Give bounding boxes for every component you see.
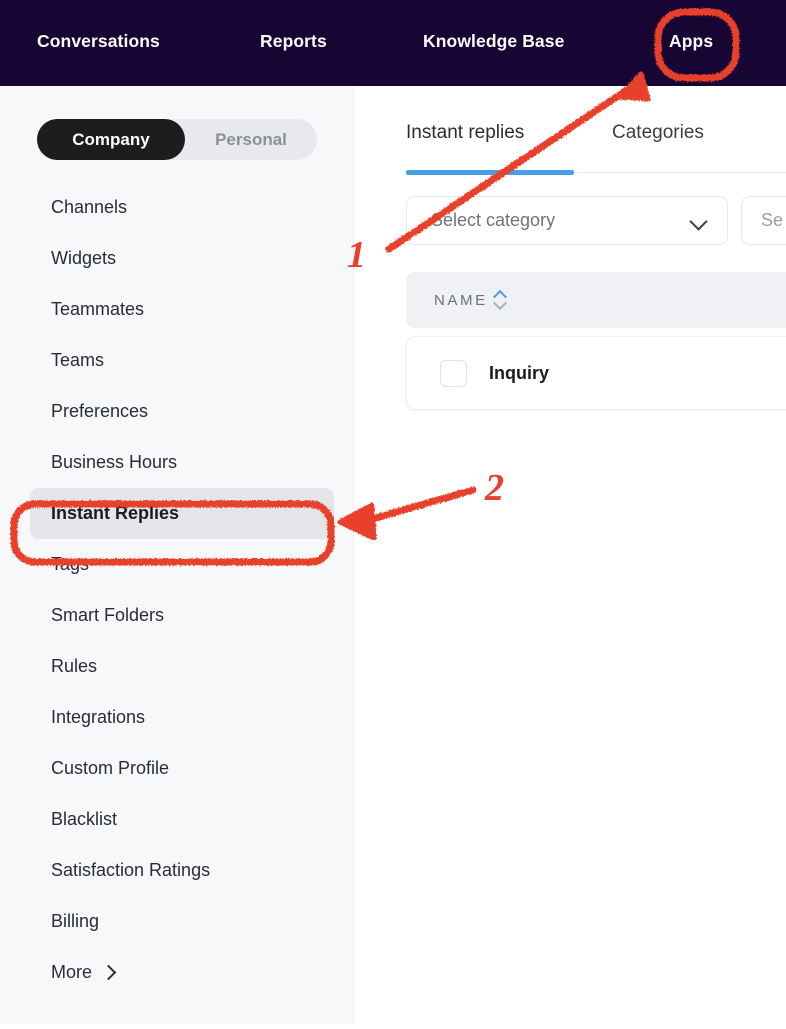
sidebar-item-instant-replies[interactable]: Instant Replies xyxy=(30,488,334,539)
sidebar-item-label: Blacklist xyxy=(51,809,118,829)
chevron-right-icon xyxy=(100,964,117,981)
sidebar-item-blacklist[interactable]: Blacklist xyxy=(30,794,334,845)
sidebar-item-teams[interactable]: Teams xyxy=(30,335,334,386)
search-input[interactable]: Se xyxy=(741,196,786,245)
top-navigation-bar: Conversations Reports Knowledge Base App… xyxy=(0,0,786,86)
nav-item-apps[interactable]: Apps xyxy=(669,31,713,52)
sidebar-item-rules[interactable]: Rules xyxy=(30,641,334,692)
chevron-down-icon xyxy=(689,212,708,231)
sidebar-item-label: Teammates xyxy=(51,299,145,319)
sidebar-item-more[interactable]: More xyxy=(30,947,334,998)
scope-toggle-company[interactable]: Company xyxy=(37,119,185,160)
sidebar-item-billing[interactable]: Billing xyxy=(30,896,334,947)
sidebar-item-label: Preferences xyxy=(51,401,149,421)
sidebar-item-integrations[interactable]: Integrations xyxy=(30,692,334,743)
tab-categories[interactable]: Categories xyxy=(612,122,704,144)
sidebar-item-label: Satisfaction Ratings xyxy=(51,860,211,880)
sidebar-item-tags[interactable]: Tags xyxy=(30,539,334,590)
settings-sidebar: Company Personal Channels Widgets Teammate… xyxy=(0,86,354,1024)
column-header-name[interactable]: NAME xyxy=(434,272,507,328)
nav-item-knowledge-base[interactable]: Knowledge Base xyxy=(423,31,564,52)
sidebar-item-widgets[interactable]: Widgets xyxy=(30,233,334,284)
sort-arrows-icon[interactable] xyxy=(492,289,507,311)
tab-instant-replies[interactable]: Instant replies xyxy=(406,122,524,144)
sidebar-item-label: Billing xyxy=(51,911,100,931)
sidebar-item-label: Channels xyxy=(51,197,128,217)
sidebar-item-label: More xyxy=(51,962,93,982)
active-tab-indicator xyxy=(406,170,574,175)
sidebar-item-channels[interactable]: Channels xyxy=(30,182,334,233)
row-name-label: Inquiry xyxy=(489,363,550,383)
table-row[interactable]: Inquiry xyxy=(406,336,786,410)
sidebar-item-smart-folders[interactable]: Smart Folders xyxy=(30,590,334,641)
sidebar-menu: Channels Widgets Teammates Teams Preferences… xyxy=(0,182,353,998)
sidebar-item-teammates[interactable]: Teammates xyxy=(30,284,334,335)
sidebar-item-label: Rules xyxy=(51,656,98,676)
search-input-placeholder: Se xyxy=(761,210,784,230)
sidebar-item-business-hours[interactable]: Business Hours xyxy=(30,437,334,488)
sidebar-item-label: Business Hours xyxy=(51,452,178,472)
sidebar-item-label: Integrations xyxy=(51,707,146,727)
category-select[interactable]: Select category xyxy=(406,196,728,245)
sidebar-item-label: Widgets xyxy=(51,248,117,268)
table-header-row: NAME xyxy=(406,272,786,328)
sidebar-item-label: Custom Profile xyxy=(51,758,170,778)
sidebar-item-custom-profile[interactable]: Custom Profile xyxy=(30,743,334,794)
column-header-name-label: NAME xyxy=(434,291,488,309)
sidebar-item-satisfaction-ratings[interactable]: Satisfaction Ratings xyxy=(30,845,334,896)
sidebar-item-label: Instant Replies xyxy=(51,503,180,523)
nav-item-reports[interactable]: Reports xyxy=(260,31,327,52)
scope-toggle-personal[interactable]: Personal xyxy=(185,119,317,160)
sidebar-item-label: Teams xyxy=(51,350,105,370)
scope-toggle[interactable]: Company Personal xyxy=(37,119,317,160)
sidebar-item-label: Smart Folders xyxy=(51,605,165,625)
nav-item-conversations[interactable]: Conversations xyxy=(37,31,160,52)
row-checkbox[interactable] xyxy=(440,360,467,387)
main-content: Instant replies Categories Select catego… xyxy=(355,86,786,1024)
sidebar-item-label: Tags xyxy=(51,554,90,574)
sidebar-item-preferences[interactable]: Preferences xyxy=(30,386,334,437)
category-select-value: Select category xyxy=(431,210,556,230)
